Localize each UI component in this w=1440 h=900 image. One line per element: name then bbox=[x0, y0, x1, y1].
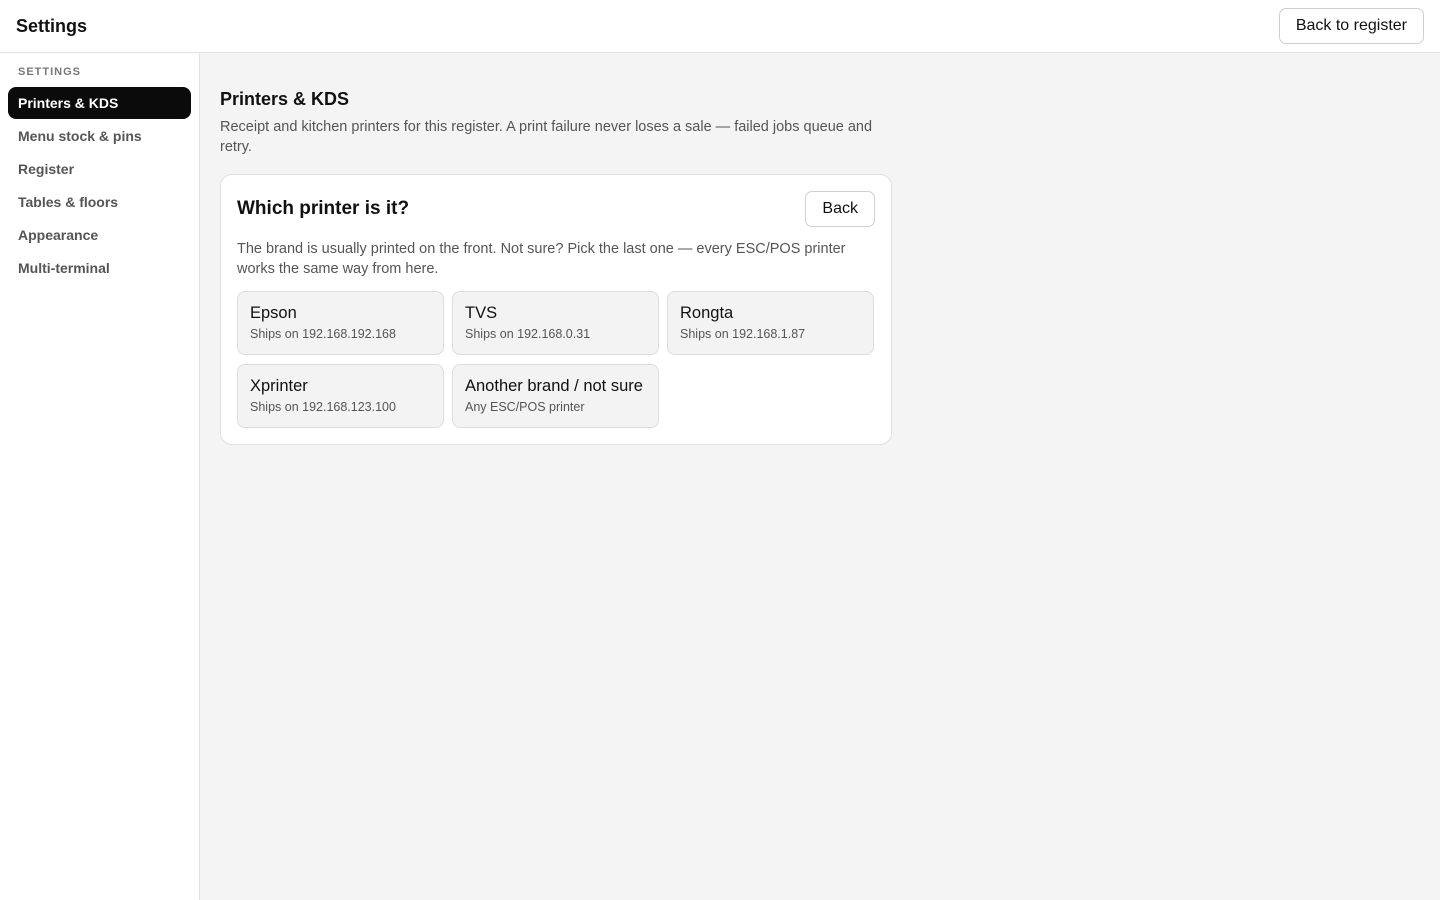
printer-brand-grid: Epson Ships on 192.168.192.168 TVS Ships… bbox=[237, 291, 875, 428]
card-description: The brand is usually printed on the fron… bbox=[237, 241, 846, 277]
sidebar: SETTINGS Printers & KDS Menu stock & pin… bbox=[0, 53, 200, 900]
printer-option-epson[interactable]: Epson Ships on 192.168.192.168 bbox=[237, 291, 444, 355]
back-button[interactable]: Back bbox=[805, 191, 875, 227]
printer-option-detail: Ships on 192.168.0.31 bbox=[465, 327, 591, 341]
main-content: Printers & KDS Receipt and kitchen print… bbox=[200, 53, 1440, 900]
sidebar-item-menu-stock-pins[interactable]: Menu stock & pins bbox=[8, 120, 191, 152]
printer-option-name: Another brand / not sure bbox=[465, 377, 643, 395]
printer-option-detail: Ships on 192.168.192.168 bbox=[250, 327, 396, 341]
printer-option-detail: Any ESC/POS printer bbox=[465, 400, 585, 414]
printer-option-detail: Ships on 192.168.123.100 bbox=[250, 400, 396, 414]
app-title: Settings bbox=[16, 15, 88, 36]
sidebar-item-register[interactable]: Register bbox=[8, 153, 191, 185]
printer-option-name: TVS bbox=[465, 304, 498, 322]
sidebar-item-multi-terminal[interactable]: Multi-terminal bbox=[8, 252, 191, 284]
printer-option-name: Xprinter bbox=[250, 377, 308, 395]
sidebar-item-appearance[interactable]: Appearance bbox=[8, 219, 191, 251]
sidebar-item-printers-kds[interactable]: Printers & KDS bbox=[8, 87, 191, 119]
printer-option-detail: Ships on 192.168.1.87 bbox=[680, 327, 806, 341]
printer-option-rongta[interactable]: Rongta Ships on 192.168.1.87 bbox=[667, 291, 874, 355]
sidebar-heading: SETTINGS bbox=[18, 66, 82, 78]
page-description: Receipt and kitchen printers for this re… bbox=[220, 119, 873, 155]
printer-option-tvs[interactable]: TVS Ships on 192.168.0.31 bbox=[452, 291, 659, 355]
printer-option-xprinter[interactable]: Xprinter Ships on 192.168.123.100 bbox=[237, 364, 444, 428]
page-title: Printers & KDS bbox=[220, 89, 350, 109]
printer-option-name: Rongta bbox=[680, 304, 734, 322]
card-header: Which printer is it? Back bbox=[237, 191, 875, 227]
printer-brand-card: Which printer is it? Back The brand is u… bbox=[220, 174, 892, 445]
printer-option-other[interactable]: Another brand / not sure Any ESC/POS pri… bbox=[452, 364, 659, 428]
top-bar: Settings Back to register bbox=[0, 0, 1440, 53]
sidebar-item-tables-floors[interactable]: Tables & floors bbox=[8, 186, 191, 218]
card-title: Which printer is it? bbox=[237, 198, 410, 219]
printer-option-name: Epson bbox=[250, 304, 297, 322]
back-to-register-button[interactable]: Back to register bbox=[1278, 8, 1424, 44]
